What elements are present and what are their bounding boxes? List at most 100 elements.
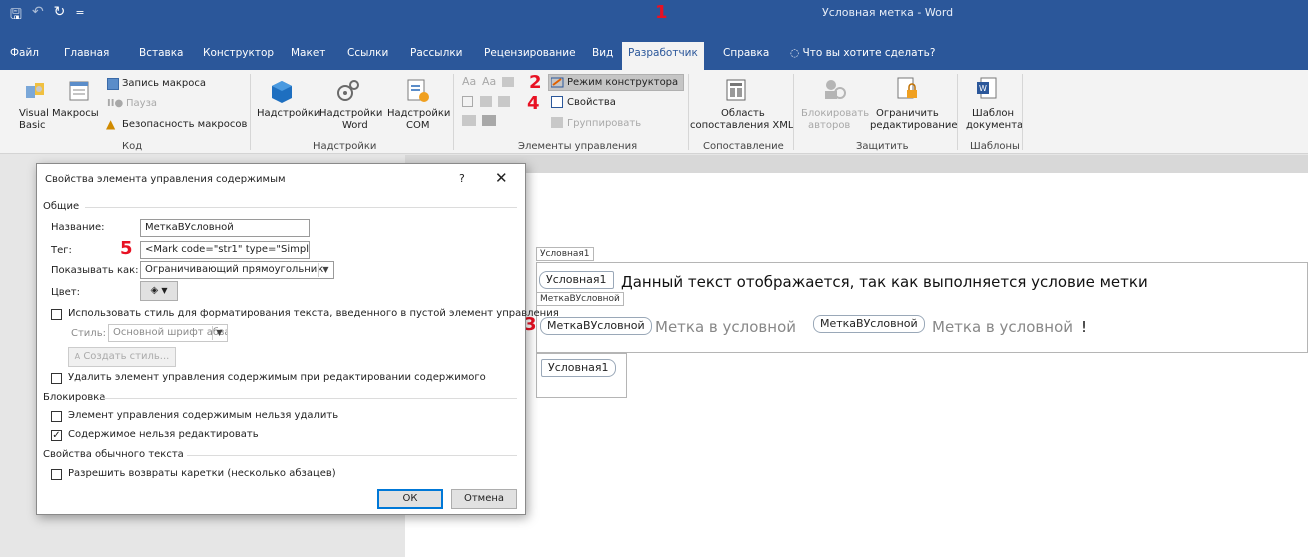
picture-control-icon[interactable]: [502, 77, 514, 87]
ok-button[interactable]: ОК: [377, 489, 443, 509]
legacy-tools-icon[interactable]: [462, 115, 476, 126]
mark2-placeholder[interactable]: Метка в условной: [932, 318, 1073, 336]
document-template-icon: W: [976, 76, 998, 102]
use-style-checkbox[interactable]: [51, 309, 62, 320]
tab-developer[interactable]: Разработчик: [622, 42, 704, 70]
window-title: Условная метка - Word: [822, 6, 954, 19]
group-code-label: Код: [122, 141, 143, 152]
undo-icon[interactable]: ↶: [32, 4, 44, 28]
record-macro-icon: [107, 78, 119, 90]
create-style-button[interactable]: A Создать стиль...: [68, 347, 176, 367]
word-addins-icon: [335, 78, 361, 104]
use-style-label: Использовать стиль для форматирования те…: [68, 308, 559, 319]
style-label: Стиль:: [71, 328, 106, 339]
name-input[interactable]: МеткаВУсловной: [140, 219, 310, 237]
tell-me-search[interactable]: ◌ Что вы хотите сделать?: [790, 47, 935, 59]
plain-text-control-icon[interactable]: Aa: [482, 76, 496, 88]
restrict-editing-icon: [895, 76, 919, 102]
group-templates-label: Шаблоны: [970, 141, 1020, 152]
cannot-edit-checkbox[interactable]: ✓: [51, 430, 62, 441]
record-macro-button[interactable]: Запись макроса: [122, 78, 206, 90]
macros-button[interactable]: Макросы: [52, 108, 99, 120]
combo-box-control-icon[interactable]: [480, 96, 492, 107]
addins-button[interactable]: Надстройки: [257, 108, 320, 120]
color-picker-button[interactable]: ◈ ▼: [140, 281, 178, 301]
quick-access-toolbar: 🖫 ↶ ↻ =: [10, 4, 85, 28]
content-control-tag-outer[interactable]: Условная1: [536, 247, 594, 261]
svg-text:W: W: [979, 84, 987, 93]
divider: [85, 207, 517, 208]
tab-design[interactable]: Конструктор: [203, 47, 274, 59]
section-locking: Блокировка: [43, 392, 106, 403]
mark1-tag[interactable]: МеткаВУсловной: [540, 317, 652, 335]
remove-on-edit-checkbox[interactable]: [51, 373, 62, 384]
content-control-tag-inner[interactable]: МеткаВУсловной: [536, 292, 624, 306]
remove-on-edit-label: Удалить элемент управления содержимым пр…: [68, 372, 486, 383]
paint-bucket-icon: ◈: [150, 285, 159, 296]
properties-button[interactable]: Свойства: [567, 97, 616, 109]
tag-input[interactable]: <Mark code="str1" type="SimplePla: [140, 241, 310, 259]
title-bar: 🖫 ↶ ↻ = Условная метка - Word: [0, 0, 1308, 26]
block-authors-icon: [822, 78, 848, 102]
ribbon-separator: [688, 74, 689, 150]
visual-basic-icon: [24, 80, 46, 102]
redo-icon[interactable]: ↻: [54, 4, 66, 28]
dialog-title: Свойства элемента управления содержимым: [45, 174, 286, 185]
restrict-editing-button[interactable]: Ограничить: [876, 108, 939, 120]
tab-file[interactable]: Файл: [10, 47, 39, 59]
start-tag-uslovnaya1[interactable]: Условная1: [539, 271, 614, 289]
word-addins-button[interactable]: Надстройки: [319, 108, 382, 120]
save-icon[interactable]: 🖫: [10, 4, 22, 28]
tab-layout[interactable]: Макет: [291, 47, 325, 59]
com-addins-button[interactable]: Надстройки: [387, 108, 450, 120]
name-label: Название:: [51, 222, 105, 233]
tab-insert[interactable]: Вставка: [139, 47, 184, 59]
pause-button[interactable]: Пауза: [126, 98, 157, 110]
end-tag-uslovnaya1[interactable]: Условная1: [541, 359, 616, 377]
tab-review[interactable]: Рецензирование: [484, 47, 576, 59]
ribbon-separator: [453, 74, 454, 150]
checkbox-control-icon[interactable]: [462, 96, 473, 107]
annotation-4: 4: [527, 93, 540, 114]
annotation-1: 1: [655, 2, 668, 23]
tab-view[interactable]: Вид: [592, 47, 613, 59]
building-block-control-icon[interactable]: [482, 115, 496, 126]
ribbon-separator: [793, 74, 794, 150]
cannot-delete-label: Элемент управления содержимым нельзя уда…: [68, 410, 339, 421]
xml-mapping-icon: [725, 78, 747, 102]
dropdown-control-icon[interactable]: [498, 96, 510, 107]
rich-text-control-icon[interactable]: Aa: [462, 76, 476, 88]
tab-mailings[interactable]: Рассылки: [410, 47, 462, 59]
divider: [103, 398, 517, 399]
close-icon[interactable]: ✕: [495, 169, 508, 187]
mark1-placeholder[interactable]: Метка в условной: [655, 318, 796, 336]
allow-returns-checkbox[interactable]: [51, 469, 62, 480]
content-control-properties-dialog: Свойства элемента управления содержимым …: [36, 163, 559, 515]
mark2-tag[interactable]: МеткаВУсловной: [813, 315, 925, 333]
tab-home[interactable]: Главная: [64, 47, 109, 59]
chevron-down-icon: ▼: [161, 286, 168, 295]
section-general: Общие: [43, 201, 80, 212]
group-controls-label: Элементы управления: [518, 141, 638, 152]
block-authors-button[interactable]: Блокировать: [801, 108, 869, 120]
cancel-button[interactable]: Отмена: [451, 489, 517, 509]
lightbulb-icon: ◌: [790, 47, 800, 59]
show-as-select[interactable]: Ограничивающий прямоугольник ▼: [140, 261, 334, 279]
ruler: [405, 155, 1308, 173]
tab-references[interactable]: Ссылки: [347, 47, 388, 59]
tab-help[interactable]: Справка: [723, 47, 769, 59]
macro-security-button[interactable]: Безопасность макросов: [122, 119, 247, 131]
ribbon-separator: [1022, 74, 1023, 150]
visual-basic-button[interactable]: Visual: [19, 108, 49, 120]
pause-icon: II●: [107, 98, 124, 109]
xml-mapping-button[interactable]: Область: [721, 108, 765, 120]
design-mode-icon: [550, 76, 564, 88]
document-template-button[interactable]: Шаблон: [972, 108, 1014, 120]
section-plain-text: Свойства обычного текста: [43, 449, 184, 460]
group-button[interactable]: Группировать: [567, 118, 641, 130]
document-page[interactable]: Условная1 Условная1 Данный текст отображ…: [405, 173, 1308, 557]
customize-qat-icon[interactable]: =: [75, 6, 84, 28]
cannot-delete-checkbox[interactable]: [51, 411, 62, 422]
help-button[interactable]: ?: [459, 172, 465, 185]
style-select[interactable]: Основной шрифт абзаца ▼: [108, 324, 228, 342]
